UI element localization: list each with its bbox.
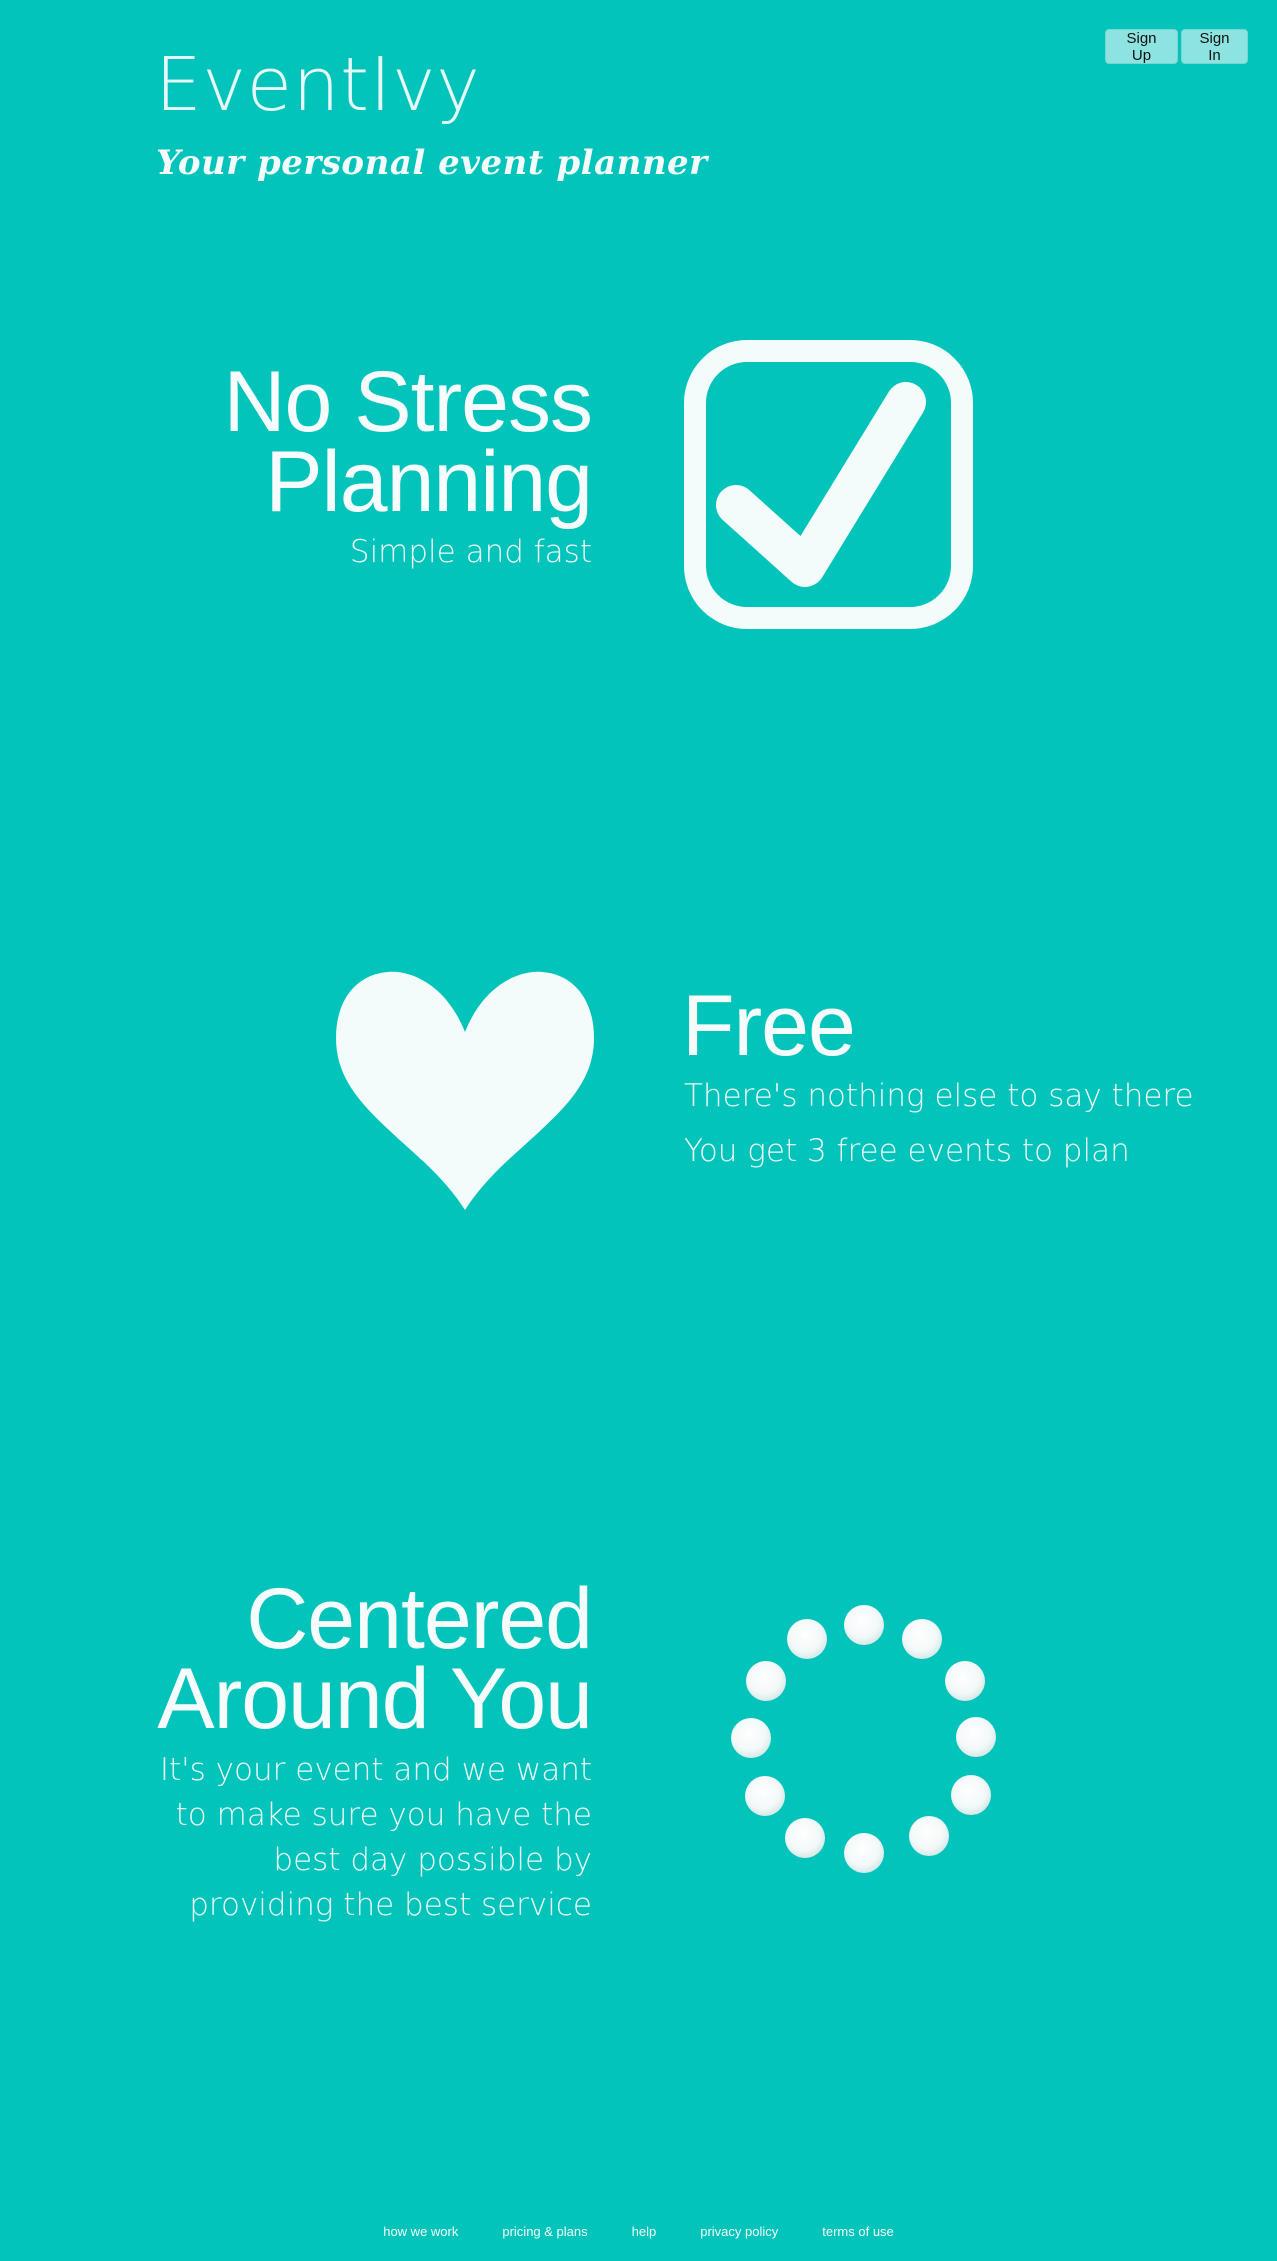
spinner-dot [909,1816,949,1856]
feature-title-centered: Centered Around You [0,1576,593,1742]
feature-title-free: Free [682,978,856,1074]
spinner-dot [956,1717,996,1757]
feature-line-nothing-else: There's nothing else to say there [684,1078,1194,1114]
spinner-dot [844,1605,884,1645]
site-title: EventIvy [155,42,481,128]
spinner-dot [902,1619,942,1659]
checkbox-checked-icon [684,340,973,629]
feature-title-line: Planning [265,434,593,530]
spinner-dot [945,1661,985,1701]
spinner-dot [745,1776,785,1816]
spinner-dot [844,1833,884,1873]
feature-subtitle-simple: Simple and fast [349,534,592,570]
feature-title-no-stress: No Stress Planning [32,359,593,525]
feature-title-line: Around You [157,1651,593,1747]
feature-line-free-events: You get 3 free events to plan [684,1133,1130,1169]
footer-link-privacy[interactable]: privacy policy [700,2224,778,2239]
feature-subtitle-best-service: It's your event and we want to make sure… [159,1752,592,1923]
auth-buttons: Sign Up Sign In [1105,29,1248,64]
footer-link-pricing[interactable]: pricing & plans [502,2224,587,2239]
footer-link-terms[interactable]: terms of use [822,2224,894,2239]
sign-up-button[interactable]: Sign Up [1105,29,1178,64]
spinner-dot [787,1619,827,1659]
spinner-dot [951,1775,991,1815]
spinner-dot [731,1718,771,1758]
footer-nav: how we work pricing & plans help privacy… [0,2224,1277,2239]
spinner-dot [785,1818,825,1858]
footer-link-help[interactable]: help [632,2224,657,2239]
spinner-dot [746,1661,786,1701]
sign-in-button[interactable]: Sign In [1181,29,1248,64]
loading-spinner-icon [731,1605,996,1873]
site-tagline: Your personal event planner [156,143,708,183]
heart-icon [336,971,594,1210]
footer-link-how-we-work[interactable]: how we work [383,2224,458,2239]
